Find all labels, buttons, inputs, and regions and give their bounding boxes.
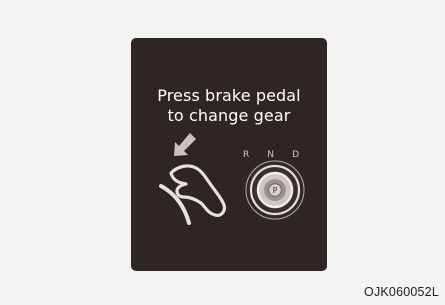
- arrow-down-left-icon: [174, 133, 196, 156]
- instruction-message: Press brake pedal to change gear: [131, 86, 327, 126]
- message-line-1: Press brake pedal: [157, 86, 301, 105]
- pedal-arc: [159, 184, 191, 225]
- foot-pedal-shape: [169, 164, 227, 217]
- cluster-display: Press brake pedal to change gear R N D P: [131, 38, 327, 271]
- brake-pedal-icon: [159, 133, 227, 225]
- gear-shift-dial-icon: P: [239, 154, 311, 226]
- figure-code: OJK060052L: [364, 285, 439, 299]
- park-button-label: P: [273, 186, 278, 195]
- message-line-2: to change gear: [167, 106, 291, 125]
